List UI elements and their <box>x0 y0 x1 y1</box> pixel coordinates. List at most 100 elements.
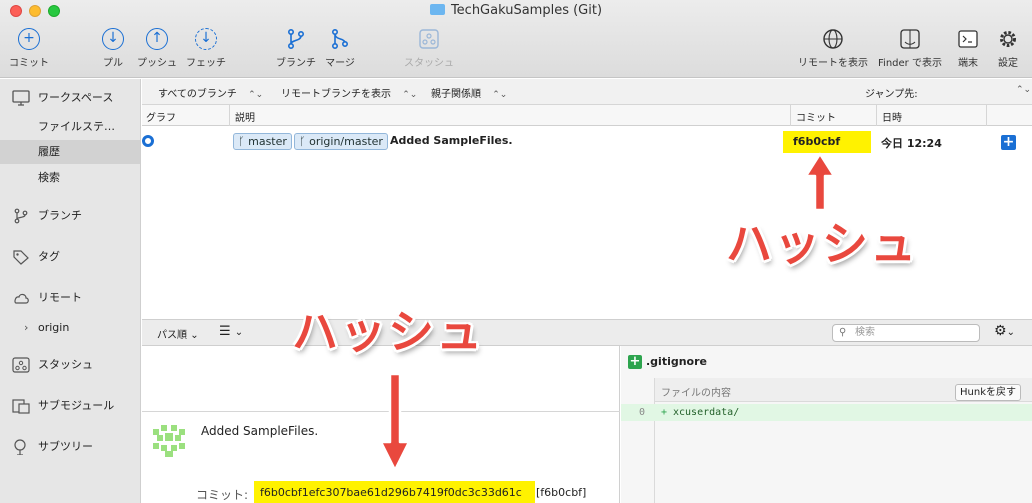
show-in-finder-button[interactable]: Finder で表示 <box>874 28 946 69</box>
arrow-up-circle-icon: ↑ <box>146 28 168 50</box>
revert-hunk-button[interactable]: Hunkを戻す <box>955 384 1021 401</box>
sidebar-remotes-label: リモート <box>38 291 82 304</box>
list-icon: ☰ <box>219 324 231 339</box>
branch-icon: ᚴ <box>299 135 306 148</box>
sidebar-item-file-status[interactable]: ファイルステ… <box>38 115 140 139</box>
terminal-button[interactable]: 端末 <box>953 28 983 69</box>
search-icon: ⚲ <box>839 327 847 338</box>
annotation-label-hash-bottom: ハッシュ <box>292 305 484 359</box>
sort-dropdown[interactable]: パス順 ⌄ <box>157 326 199 341</box>
filter-bar: すべてのブランチ ⌃⌄ リモートブランチを表示 ⌃⌄ 親子関係順 ⌃⌄ ジャンプ… <box>142 79 1032 105</box>
show-in-finder-label: Finder で表示 <box>878 58 942 69</box>
commit-row[interactable]: ᚴ master ᚴ origin/master Added SampleFil… <box>142 128 1032 154</box>
column-description[interactable]: 説明 <box>235 109 255 124</box>
pull-button-label: プル <box>103 58 123 69</box>
branch-tag-master[interactable]: ᚴ master <box>233 133 292 150</box>
updown-chevron-icon: ⌃⌄ <box>248 90 264 100</box>
diff-pane: + .gitignore ファイルの内容 Hunkを戻す 0 + xcuserda… <box>621 346 1032 503</box>
diff-line-number: 0 <box>639 407 646 418</box>
window-toolbar: TechGakuSamples (Git) + コミット ↓ プル ↑ プッシュ… <box>0 0 1032 78</box>
push-button-label: プッシュ <box>137 58 177 69</box>
column-divider <box>876 105 877 126</box>
stash-button[interactable]: スタッシュ <box>403 28 455 69</box>
merge-button-label: マージ <box>325 58 355 69</box>
remote-branches-dropdown[interactable]: リモートブランチを表示 ⌃⌄ <box>281 85 417 100</box>
gear-menu-button[interactable]: ⚙⌄ <box>994 323 1015 339</box>
column-graph[interactable]: グラフ <box>146 109 176 124</box>
chevron-down-icon: ⌄ <box>234 327 244 338</box>
sidebar-submodules[interactable]: サブモジュール <box>0 393 140 419</box>
finder-icon <box>900 29 920 49</box>
sidebar: ワークスペース ファイルステ… 履歴 検索 ブランチ タグ リモート › ori… <box>0 79 141 503</box>
plus-circle-icon: + <box>18 28 40 50</box>
branch-button-label: ブランチ <box>276 58 316 69</box>
order-dropdown[interactable]: 親子関係順 ⌃⌄ <box>431 85 507 100</box>
merge-icon <box>331 28 349 50</box>
settings-button-label: 設定 <box>998 58 1018 69</box>
diff-file-name: .gitignore <box>646 355 707 368</box>
tag-icon <box>13 250 29 265</box>
column-date[interactable]: 日時 <box>882 109 902 124</box>
cloud-icon <box>14 293 29 304</box>
annotation-label-hash-top: ハッシュ <box>726 217 918 271</box>
branch-tag-label: master <box>248 135 287 148</box>
sidebar-branches[interactable]: ブランチ <box>0 203 140 229</box>
branch-filter-dropdown[interactable]: すべてのブランチ ⌃⌄ <box>158 85 263 100</box>
updown-chevron-icon: ⌃⌄ <box>402 90 418 100</box>
branch-tag-label: origin/master <box>309 135 383 148</box>
commit-button[interactable]: + コミット <box>8 28 50 69</box>
terminal-button-label: 端末 <box>958 58 978 69</box>
column-header: グラフ 説明 コミット 日時 <box>142 105 1032 126</box>
column-divider <box>986 105 987 126</box>
monitor-icon <box>12 90 30 106</box>
stash-button-label: スタッシュ <box>404 58 454 69</box>
commit-date: 今日 12:24 <box>881 137 942 150</box>
jump-to-dropdown[interactable]: ジャンプ先: <box>865 85 918 100</box>
chevron-down-icon: ⌄ <box>190 330 199 341</box>
push-button[interactable]: ↑ プッシュ <box>136 28 178 69</box>
diff-gutter <box>621 378 655 503</box>
file-added-icon: + <box>628 354 642 369</box>
search-input[interactable]: ⚲ 検索 <box>832 324 980 342</box>
sidebar-item-history[interactable]: 履歴 <box>0 140 140 164</box>
fetch-circle-icon: ↓ <box>195 28 217 50</box>
show-remote-button[interactable]: リモートを表示 <box>797 28 869 69</box>
sidebar-workspace[interactable]: ワークスペース <box>0 85 140 111</box>
settings-button[interactable]: 設定 <box>993 28 1023 69</box>
submodule-icon <box>12 399 30 414</box>
sidebar-tags-label: タグ <box>38 250 60 263</box>
details-short-hash: [f6b0cbf] <box>536 486 587 499</box>
diff-file-header: + .gitignore <box>628 355 707 369</box>
sidebar-branches-label: ブランチ <box>38 209 82 222</box>
sidebar-remotes[interactable]: リモート <box>0 285 140 311</box>
expand-plus-button[interactable]: + <box>1001 135 1016 150</box>
pull-button[interactable]: ↓ プル <box>98 28 128 69</box>
column-divider <box>790 105 791 126</box>
branch-button[interactable]: ブランチ <box>274 28 318 69</box>
branch-icon <box>287 28 305 50</box>
details-commit-message: Added SampleFiles. <box>201 424 319 438</box>
show-remote-label: リモートを表示 <box>798 58 868 69</box>
sidebar-tags[interactable]: タグ <box>0 244 140 270</box>
sidebar-stashes-label: スタッシュ <box>38 358 93 371</box>
gear-icon <box>1000 31 1016 47</box>
chevron-down-icon: ⌄ <box>1006 327 1015 338</box>
jump-to-label: ジャンプ先: <box>865 89 918 100</box>
sidebar-workspace-label: ワークスペース <box>38 91 114 104</box>
diff-line[interactable]: 0 + xcuserdata/ <box>621 404 1032 421</box>
fetch-button[interactable]: ↓ フェッチ <box>185 28 227 69</box>
merge-button[interactable]: マージ <box>322 28 358 69</box>
sidebar-subtrees[interactable]: サブツリー <box>0 434 140 460</box>
list-view-dropdown[interactable]: ☰ ⌄ <box>219 324 243 339</box>
terminal-icon <box>958 30 978 48</box>
branch-filter-label: すべてのブランチ <box>158 89 237 100</box>
details-commit-label: コミット: <box>196 488 249 502</box>
sidebar-item-search[interactable]: 検索 <box>38 166 140 190</box>
fetch-button-label: フェッチ <box>186 58 226 69</box>
annotation-arrow-up-icon <box>804 152 836 212</box>
annotation-arrow-down-icon <box>379 372 411 472</box>
sidebar-stashes[interactable]: スタッシュ <box>0 352 140 378</box>
column-commit[interactable]: コミット <box>796 109 836 124</box>
branch-tag-origin-master[interactable]: ᚴ origin/master <box>294 133 388 150</box>
sidebar-item-origin[interactable]: › origin <box>0 315 140 341</box>
